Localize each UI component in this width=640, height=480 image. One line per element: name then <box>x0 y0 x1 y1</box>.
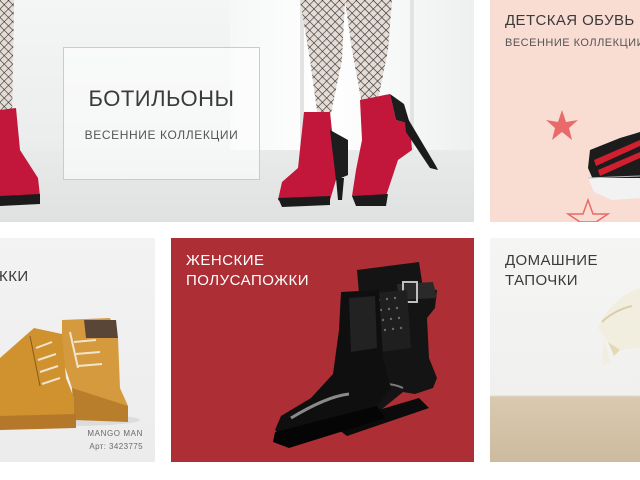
brand-label: MANGO MAN <box>87 429 143 438</box>
slippers-title: ДОМАШНИЕ ТАПОЧКИ <box>505 252 598 289</box>
category-tile-women-half-boots[interactable]: ЖЕНСКИЕ ПОЛУСАПОЖКИ <box>171 238 474 462</box>
kids-shoes-photo <box>546 110 640 222</box>
booties-subtitle: ВЕСЕННИЕ КОЛЛЕКЦИИ <box>84 128 239 142</box>
boots-title: ЖКИ <box>0 268 29 285</box>
booties-label-box: БОТИЛЬОНЫ ВЕСЕННИЕ КОЛЛЕКЦИИ <box>63 47 260 180</box>
catalog-grid: БОТИЛЬОНЫ ВЕСЕННИЕ КОЛЛЕКЦИИ ДЕТСКАЯ ОБУ… <box>0 0 640 480</box>
kids-subtitle: ВЕСЕННИЕ КОЛЛЕКЦИИ <box>505 37 640 49</box>
category-tile-home-slippers[interactable]: ДОМАШНИЕ ТАПОЧКИ <box>490 238 640 462</box>
star-decoration <box>546 110 578 140</box>
women-title: ЖЕНСКИЕ ПОЛУСАПОЖКИ <box>186 252 309 289</box>
kids-title: ДЕТСКАЯ ОБУВЬ <box>505 12 635 29</box>
star-decoration <box>565 197 611 222</box>
sku-label: Арт: 3423775 <box>89 442 143 451</box>
category-tile-kids-shoes[interactable]: ДЕТСКАЯ ОБУВЬ ВЕСЕННИЕ КОЛЛЕКЦИИ <box>490 0 640 222</box>
category-tile-boots[interactable]: ЖКИ MANGO MAN Арт: 3423775 <box>0 238 155 462</box>
category-tile-booties[interactable]: БОТИЛЬОНЫ ВЕСЕННИЕ КОЛЛЕКЦИИ <box>0 0 474 222</box>
booties-title: БОТИЛЬОНЫ <box>88 86 235 111</box>
